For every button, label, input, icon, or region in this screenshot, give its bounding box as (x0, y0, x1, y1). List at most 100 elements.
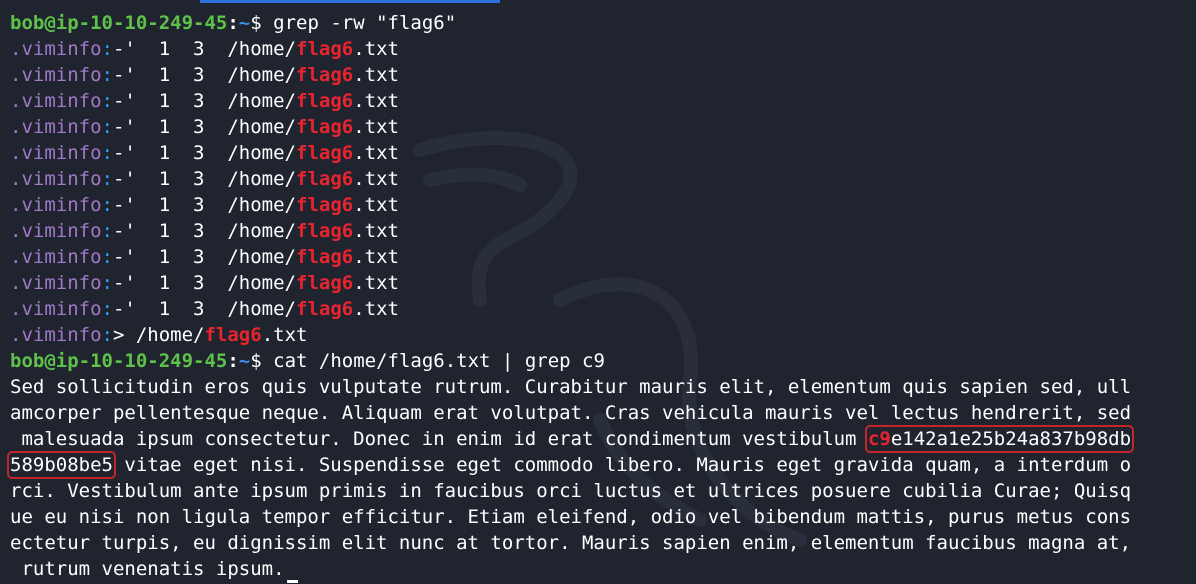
result-suffix: .txt (353, 168, 399, 190)
command-text: cat /home/flag6.txt | grep c9 (273, 350, 605, 372)
result-text: -' 1 3 /home/ (112, 246, 296, 268)
tab-indicator (200, 0, 500, 3)
result-match: flag6 (296, 38, 354, 60)
result-filename: .viminfo (10, 220, 102, 242)
result-text: -' 1 3 /home/ (112, 298, 296, 320)
result-text: -' 1 3 /home/ (112, 220, 296, 242)
terminal-cursor (287, 580, 298, 583)
prompt-path: ~ (238, 12, 251, 34)
output-text: malesuada ipsum consectetur. Donec in en… (10, 428, 868, 450)
result-suffix: .txt (353, 116, 399, 138)
prompt-dollar: $ (250, 12, 262, 34)
command-text: grep -rw "flag6" (273, 12, 457, 34)
result-match: flag6 (296, 168, 354, 190)
result-filename: .viminfo (10, 246, 102, 268)
result-suffix: .txt (353, 90, 399, 112)
result-separator: : (101, 116, 113, 138)
result-match: flag6 (296, 142, 354, 164)
prompt-colon: : (227, 350, 239, 372)
result-filename: .viminfo (10, 298, 102, 320)
grep-result-row: .viminfo:-' 1 3 /home/flag6.txt (10, 140, 1190, 166)
result-suffix: .txt (353, 142, 399, 164)
result-separator: : (101, 324, 113, 346)
result-separator: : (101, 246, 113, 268)
result-suffix: .txt (353, 298, 399, 320)
result-suffix: .txt (353, 272, 399, 294)
result-text: > /home/ (112, 324, 205, 346)
output-line: malesuada ipsum consectetur. Donec in en… (10, 425, 1190, 453)
result-text: -' 1 3 /home/ (112, 194, 296, 216)
result-match: flag6 (296, 194, 354, 216)
output-text: vitae eget nisi. Suspendisse eget commod… (112, 454, 1132, 476)
result-suffix: .txt (353, 220, 399, 242)
grep-result-row: .viminfo:-' 1 3 /home/flag6.txt (10, 192, 1190, 218)
grep-result-row: .viminfo:-' 1 3 /home/flag6.txt (10, 62, 1190, 88)
result-match: flag6 (296, 246, 354, 268)
result-separator: : (101, 272, 113, 294)
result-match: flag6 (296, 298, 354, 320)
result-match: flag6 (296, 64, 354, 86)
result-text: -' 1 3 /home/ (112, 38, 296, 60)
grep-result-row: .viminfo:-' 1 3 /home/flag6.txt (10, 114, 1190, 140)
output-text: rutrum venenatis ipsum. (10, 558, 285, 580)
result-filename: .viminfo (10, 90, 102, 112)
result-match: flag6 (296, 220, 354, 242)
result-match: flag6 (296, 90, 354, 112)
result-filename: .viminfo (10, 64, 102, 86)
result-match: flag6 (296, 116, 354, 138)
command-line-2: bob@ip-10-10-249-45:~$ cat /home/flag6.t… (10, 348, 1190, 374)
output-line: rci. Vestibulum ante ipsum primis in fau… (10, 480, 1132, 502)
result-text: -' 1 3 /home/ (112, 64, 296, 86)
grep-result-row-last: .viminfo:> /home/flag6.txt (10, 322, 1190, 348)
prompt-user-host: bob@ip-10-10-249-45 (10, 12, 228, 34)
result-separator: : (101, 142, 113, 164)
output-line: rutrum venenatis ipsum. (10, 556, 1190, 582)
output-line: ue eu nisi non ligula tempor efficitur. … (10, 506, 1132, 528)
grep-result-row: .viminfo:-' 1 3 /home/flag6.txt (10, 218, 1190, 244)
result-filename: .viminfo (10, 272, 102, 294)
result-separator: : (101, 64, 113, 86)
output-line: ectetur turpis, eu dignissim elit nunc a… (10, 532, 1132, 554)
prompt-colon: : (227, 12, 239, 34)
hash-match: c9 (867, 428, 891, 450)
grep-result-row: .viminfo:-' 1 3 /home/flag6.txt (10, 166, 1190, 192)
result-text: -' 1 3 /home/ (112, 90, 296, 112)
result-filename: .viminfo (10, 142, 102, 164)
result-filename: .viminfo (10, 116, 102, 138)
grep-result-row: .viminfo:-' 1 3 /home/flag6.txt (10, 296, 1190, 322)
prompt-path: ~ (238, 350, 251, 372)
prompt-dollar: $ (250, 350, 262, 372)
result-suffix: .txt (353, 64, 399, 86)
hash-text: e142a1e25b24a837b98db (890, 428, 1132, 450)
result-filename: .viminfo (10, 38, 102, 60)
terminal-window[interactable]: bob@ip-10-10-249-45:~$ grep -rw "flag6" … (0, 0, 1196, 584)
result-filename: .viminfo (10, 324, 102, 346)
result-suffix: .txt (353, 38, 399, 60)
result-match: flag6 (296, 272, 354, 294)
result-separator: : (101, 194, 113, 216)
result-suffix: .txt (261, 324, 308, 346)
prompt-user-host: bob@ip-10-10-249-45 (10, 350, 228, 372)
highlighted-hash-part-1: c9e142a1e25b24a837b98db (864, 425, 1135, 453)
result-text: -' 1 3 /home/ (112, 272, 296, 294)
result-match: flag6 (204, 324, 262, 346)
result-filename: .viminfo (10, 194, 102, 216)
result-text: -' 1 3 /home/ (112, 168, 296, 190)
result-text: -' 1 3 /home/ (112, 116, 296, 138)
result-separator: : (101, 220, 113, 242)
result-filename: .viminfo (10, 168, 102, 190)
result-separator: : (101, 38, 113, 60)
output-line: Sed sollicitudin eros quis vulputate rut… (10, 376, 1132, 398)
terminal-output: bob@ip-10-10-249-45:~$ grep -rw "flag6" … (7, 10, 1190, 582)
grep-result-row: .viminfo:-' 1 3 /home/flag6.txt (10, 244, 1190, 270)
result-text: -' 1 3 /home/ (112, 142, 296, 164)
grep-result-row: .viminfo:-' 1 3 /home/flag6.txt (10, 270, 1190, 296)
highlighted-hash-part-2: 589b08be5 (7, 451, 116, 479)
output-line: amcorper pellentesque neque. Aliquam era… (10, 402, 1132, 424)
grep-result-row: .viminfo:-' 1 3 /home/flag6.txt (10, 88, 1190, 114)
result-suffix: .txt (353, 246, 399, 268)
result-separator: : (101, 90, 113, 112)
command-line-1: bob@ip-10-10-249-45:~$ grep -rw "flag6" (10, 10, 1190, 36)
output-line: 589b08be5 vitae eget nisi. Suspendisse e… (7, 451, 1190, 479)
grep-result-row: .viminfo:-' 1 3 /home/flag6.txt (10, 36, 1190, 62)
